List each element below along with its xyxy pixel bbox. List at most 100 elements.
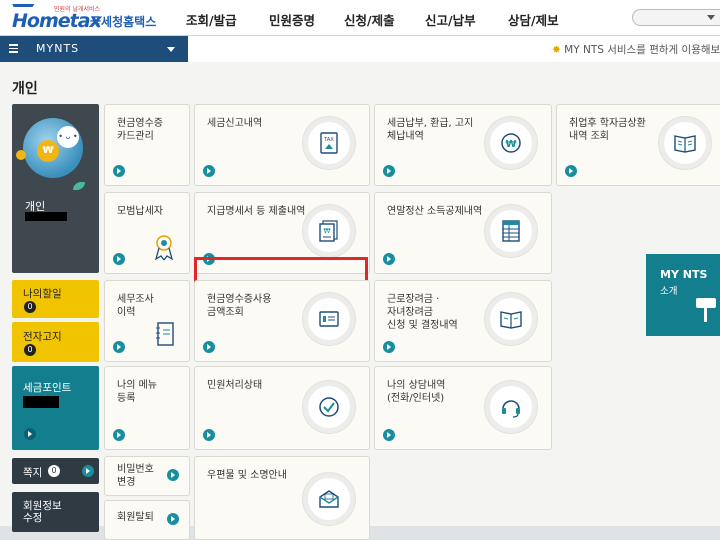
tile-label: 세무조사 이력 bbox=[117, 294, 154, 318]
member-info-button[interactable]: 회원정보 수정 bbox=[12, 492, 99, 532]
sparkle-icon: ✸ bbox=[552, 44, 561, 56]
go-arrow-icon[interactable] bbox=[82, 465, 94, 477]
go-arrow-icon[interactable] bbox=[383, 165, 395, 177]
messages-button[interactable]: 쪽지 0 bbox=[12, 458, 99, 484]
e-notice-label: 전자고지 bbox=[23, 331, 62, 343]
tile-label: 현금영수증 카드관리 bbox=[117, 118, 163, 142]
go-arrow-icon[interactable] bbox=[113, 341, 125, 353]
go-arrow-icon[interactable] bbox=[203, 341, 215, 353]
tile-cash-receipt-amount[interactable]: 현금영수증사용 금액조회 bbox=[194, 280, 370, 362]
tile-consult-history[interactable]: 나의 상담내역 (전화/인터넷) bbox=[374, 366, 552, 450]
menu-consult-report[interactable]: 상담/제보 bbox=[508, 10, 559, 29]
main-content: 개인 ₩ • ᴗ • 개인 나의할일 0 전자고지 0 세금포인트 쪽지 0 회… bbox=[0, 62, 720, 540]
go-arrow-icon[interactable] bbox=[113, 429, 125, 441]
nav-bar: MYNTS ✸ MY NTS 서비스를 편하게 이용해보세 bbox=[0, 36, 720, 62]
go-arrow-icon[interactable] bbox=[203, 165, 215, 177]
svg-text:TAX: TAX bbox=[323, 137, 334, 143]
tile-tax-payment-refund[interactable]: 세금납부, 환급, 고지 체납내역 ₩ bbox=[374, 104, 552, 186]
medal-icon bbox=[154, 235, 174, 261]
tile-label: 근로장려금 · 자녀장려금 신청 및 결정내역 bbox=[387, 294, 458, 331]
tax-points-button[interactable]: 세금포인트 bbox=[12, 366, 99, 450]
go-arrow-icon[interactable] bbox=[383, 341, 395, 353]
svg-text:₩: ₩ bbox=[324, 227, 331, 235]
go-arrow-icon[interactable] bbox=[113, 253, 125, 265]
todo-count: 0 bbox=[24, 301, 36, 313]
go-arrow-icon[interactable] bbox=[167, 469, 179, 481]
go-arrow-icon[interactable] bbox=[203, 429, 215, 441]
tile-label: 우편물 및 소명안내 bbox=[207, 470, 287, 481]
avatar: ₩ • ᴗ • bbox=[16, 118, 83, 178]
todo-label: 나의할일 bbox=[23, 288, 62, 300]
go-arrow-icon[interactable] bbox=[383, 429, 395, 441]
menu-civil-certificate[interactable]: 민원증명 bbox=[269, 10, 315, 29]
e-notice-count: 0 bbox=[24, 344, 36, 356]
tile-civil-status[interactable]: 민원처리상태 bbox=[194, 366, 370, 450]
member-info-label: 회원정보 수정 bbox=[23, 500, 62, 524]
statement-document-icon: ₩ bbox=[303, 205, 355, 257]
tile-year-end-settlement[interactable]: 연말정산 소득공제내역 bbox=[374, 192, 552, 274]
menu-apply-submit[interactable]: 신청/제출 bbox=[344, 10, 395, 29]
redacted-points bbox=[23, 396, 59, 408]
leaf-icon bbox=[73, 182, 85, 190]
tile-label: 회원탈퇴 bbox=[117, 512, 154, 523]
tile-tax-return-history[interactable]: 세금신고내역 TAX bbox=[194, 104, 370, 186]
tile-label: 비밀번호 변경 bbox=[117, 464, 154, 488]
tile-label: 지급명세서 등 제출내역 bbox=[207, 206, 306, 217]
svg-text:₩: ₩ bbox=[505, 139, 516, 150]
tile-tax-audit[interactable]: 세무조사 이력 bbox=[104, 280, 190, 362]
go-arrow-icon[interactable] bbox=[113, 165, 125, 177]
tile-student-loan[interactable]: 취업후 학자금상환 내역 조회 bbox=[556, 104, 720, 186]
go-arrow-icon[interactable] bbox=[565, 165, 577, 177]
tile-change-password[interactable]: 비밀번호 변경 bbox=[104, 456, 190, 496]
mynts-intro-card[interactable]: MY NTS 소개 bbox=[646, 254, 720, 336]
tile-work-incentive[interactable]: 근로장려금 · 자녀장려금 신청 및 결정내역 bbox=[374, 280, 552, 362]
hamburger-icon[interactable] bbox=[9, 44, 18, 55]
e-notice-button[interactable]: 전자고지 0 bbox=[12, 322, 99, 362]
spreadsheet-icon bbox=[485, 205, 537, 257]
receipt-icon bbox=[303, 293, 355, 345]
page-title: 개인 bbox=[12, 81, 38, 97]
mynts-menu[interactable]: MYNTS bbox=[0, 36, 188, 62]
nav-title: MYNTS bbox=[36, 42, 80, 55]
tile-withdraw[interactable]: 회원탈퇴 bbox=[104, 500, 190, 540]
menu-lookup-issue[interactable]: 조회/발급 bbox=[186, 10, 237, 29]
open-book-icon bbox=[485, 293, 537, 345]
mynts-sub: 소개 bbox=[660, 286, 678, 297]
profile-card: ₩ • ᴗ • 개인 bbox=[12, 104, 99, 273]
envelope-icon bbox=[303, 473, 355, 525]
logo-text: Hometax bbox=[12, 10, 102, 32]
messages-label: 쪽지 bbox=[23, 467, 43, 479]
tile-label: 모범납세자 bbox=[117, 206, 163, 217]
heart-icon bbox=[16, 150, 26, 160]
todo-button[interactable]: 나의할일 0 bbox=[12, 280, 99, 318]
top-bar: 민원의 날개서비스 Hometax 국세청홈택스 조회/발급 민원증명 신청/제… bbox=[0, 0, 720, 36]
tile-label: 연말정산 소득공제내역 bbox=[387, 206, 483, 217]
redacted-username bbox=[25, 212, 67, 221]
check-circle-icon bbox=[303, 381, 355, 433]
tile-mail-notice[interactable]: 우편물 및 소명안내 bbox=[194, 456, 370, 540]
chevron-down-icon[interactable] bbox=[167, 47, 175, 52]
language-select[interactable] bbox=[632, 9, 720, 26]
menu-report-pay[interactable]: 신고/납부 bbox=[425, 10, 476, 29]
tile-cash-receipt-card[interactable]: 현금영수증 카드관리 bbox=[104, 104, 190, 186]
go-arrow-icon[interactable] bbox=[167, 513, 179, 525]
tile-label: 나의 메뉴 등록 bbox=[117, 380, 157, 404]
notebook-icon bbox=[156, 322, 174, 346]
notice-ticker[interactable]: ✸ MY NTS 서비스를 편하게 이용해보세 bbox=[552, 42, 720, 57]
chevron-down-icon bbox=[707, 15, 715, 20]
tile-my-menu[interactable]: 나의 메뉴 등록 bbox=[104, 366, 190, 450]
go-arrow-icon[interactable] bbox=[24, 428, 36, 440]
logo-korean: 국세청홈택스 bbox=[90, 15, 157, 29]
signpost-pole bbox=[704, 308, 707, 322]
tax-document-icon: TAX bbox=[303, 117, 355, 169]
tile-label: 취업후 학자금상환 내역 조회 bbox=[569, 118, 646, 142]
mynts-title: MY NTS bbox=[660, 268, 708, 281]
tile-model-taxpayer[interactable]: 모범납세자 bbox=[104, 192, 190, 274]
won-coin-icon: ₩ bbox=[37, 140, 59, 162]
tile-label: 나의 상담내역 (전화/인터넷) bbox=[387, 380, 446, 404]
tile-label: 세금납부, 환급, 고지 체납내역 bbox=[387, 118, 474, 142]
tile-label: 세금신고내역 bbox=[207, 118, 263, 129]
signpost-icon bbox=[696, 298, 716, 308]
go-arrow-icon[interactable] bbox=[383, 253, 395, 265]
open-book-icon bbox=[659, 117, 711, 169]
